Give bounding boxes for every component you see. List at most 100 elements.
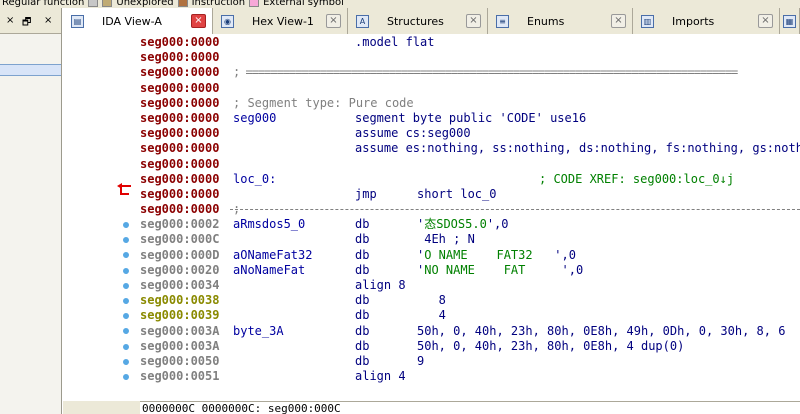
line-address: seg000:0020	[140, 262, 220, 277]
tab-overflow[interactable]: ▦	[780, 8, 800, 34]
disassembly-listing[interactable]: seg000:0000 .model flat seg000:0000 seg000:…	[140, 35, 800, 399]
disasm-line[interactable]: seg000:003A db 50h, 0, 40h, 23h, 80h, 0E8h…	[140, 339, 800, 354]
tab-overflow-icon: ▦	[783, 14, 796, 28]
tab-close-icon[interactable]: ×	[611, 14, 626, 28]
jump-arrow-icon	[117, 183, 131, 195]
xref-comment[interactable]: ; CODE XREF: seg000:loc_0↓j	[539, 172, 734, 187]
structures-icon: A	[356, 14, 369, 28]
tab-close-icon[interactable]: ×	[326, 14, 341, 28]
line-dot-icon	[123, 313, 129, 320]
disasm-line[interactable]: seg000:0000 loc_0: ; CODE XREF: seg000:loc…	[140, 172, 800, 187]
line-dot-icon	[123, 267, 129, 274]
line-operand: 8	[417, 293, 446, 308]
line-address: seg000:0000	[140, 95, 220, 110]
line-dot-icon	[123, 358, 129, 365]
legend-label: Instruction	[191, 0, 246, 8]
line-operand: 9	[417, 353, 425, 368]
line-address: seg000:0000	[140, 65, 220, 80]
line-address: seg000:0038	[140, 293, 220, 308]
line-label[interactable]: byte_3A	[233, 324, 284, 339]
line-operand[interactable]: short loc_0	[417, 187, 496, 202]
legend-label: Unexplored	[116, 0, 174, 8]
disasm-line[interactable]: seg000:0000	[140, 157, 800, 172]
disasm-line[interactable]: seg000:0000 jmp short loc_0	[140, 187, 800, 202]
disasm-line[interactable]: seg000:0000 ; Segment type: Pure code	[140, 96, 800, 111]
separator-comment: ; ======================================…	[233, 65, 738, 80]
disasm-line[interactable]: seg000:0000 seg000 segment byte public 'CO…	[140, 111, 800, 126]
tab-imports[interactable]: ▥ Imports ×	[633, 8, 780, 34]
line-operand: 50h, 0, 40h, 23h, 80h, 0E8h, 4 dup(0)	[417, 338, 685, 353]
disasm-line[interactable]: seg000:0034 align 8	[140, 278, 800, 293]
line-address: seg000:0000	[140, 35, 220, 49]
legend-label: External symbol	[263, 0, 344, 8]
line-address: seg000:003A	[140, 338, 220, 353]
line-operand: 50h, 0, 40h, 23h, 80h, 0E8h, 49h, 0Dh, 0…	[417, 323, 786, 338]
line-address: seg000:0000	[140, 50, 220, 65]
tab-strip: ▤ IDA View-A × ◉ Hex View-1 × A Structures × ≡ Enu…	[63, 8, 800, 34]
line-mnemonic: db	[355, 232, 370, 247]
disasm-line[interactable]: seg000:0000;	[140, 202, 800, 217]
line-address: seg000:000D	[140, 247, 220, 262]
line-mnemonic: db	[355, 262, 370, 277]
line-address: seg000:0039	[140, 308, 220, 323]
disasm-line[interactable]: seg000:0039 db 4	[140, 308, 800, 323]
tab-label: Hex View-1	[252, 14, 314, 28]
tab-close-icon[interactable]: ×	[758, 14, 773, 28]
tab-close-icon[interactable]: ×	[466, 14, 481, 28]
ida-view-disassembly[interactable]: seg000:0000 .model flat seg000:0000 seg000:…	[63, 35, 800, 399]
left-pane-restore-icon[interactable]: 🗗	[22, 15, 31, 32]
line-dot-icon	[123, 343, 129, 350]
line-address: seg000:003A	[140, 323, 220, 338]
disasm-line[interactable]: seg000:0000 .model flat	[140, 35, 800, 50]
tab-label: Enums	[527, 14, 565, 28]
disasm-line[interactable]: seg000:000D aONameFat32 db 'O NAME FAT32 ',…	[140, 248, 800, 263]
line-dot-icon	[123, 298, 129, 304]
line-address: seg000:0000	[140, 80, 220, 95]
line-label[interactable]: aNoNameFat	[233, 263, 305, 278]
left-pane-selected-row[interactable]	[0, 64, 61, 76]
arrow-gutter	[63, 35, 137, 399]
status-left-blank	[63, 401, 140, 414]
tab-label: Imports	[672, 14, 715, 28]
tab-hex-view-1[interactable]: ◉ Hex View-1 ×	[213, 8, 348, 34]
tab-label: IDA View-A	[102, 14, 162, 28]
line-comment: ; Segment type: Pure code	[233, 95, 414, 110]
left-pane-header: × 🗗 ×	[0, 8, 61, 34]
disasm-line[interactable]: seg000:000C db 4Eh ; N	[140, 232, 800, 247]
left-pane-close2-icon[interactable]: ×	[44, 15, 52, 26]
line-label[interactable]: loc_0:	[233, 172, 276, 187]
line-dot-icon	[123, 222, 129, 228]
line-operand: 4Eh ; N	[417, 232, 475, 247]
disasm-line[interactable]: seg000:0000	[140, 81, 800, 96]
line-mnemonic: db	[355, 353, 370, 368]
line-label[interactable]: aONameFat32	[233, 248, 312, 263]
left-pane: × 🗗 ×	[0, 8, 62, 414]
disasm-line[interactable]: seg000:0000 assume cs:seg000	[140, 126, 800, 141]
line-dot-icon	[123, 282, 129, 289]
left-pane-close-icon[interactable]: ×	[6, 15, 14, 26]
disasm-line[interactable]: seg000:0050 db 9	[140, 354, 800, 369]
line-label[interactable]: seg000	[233, 111, 276, 126]
disasm-line[interactable]: seg000:0000 ; ===========================…	[140, 65, 800, 80]
disasm-line[interactable]: seg000:0000 assume es:nothing, ss:nothing…	[140, 141, 800, 156]
line-dot-icon	[123, 374, 129, 380]
line-address: seg000:0000	[140, 141, 220, 156]
line-operand: 'O NAME FAT32 ',0	[417, 247, 576, 262]
disasm-line[interactable]: seg000:0038 db 8	[140, 293, 800, 308]
line-address: seg000:0034	[140, 278, 220, 292]
tab-close-icon[interactable]: ×	[191, 14, 206, 28]
line-label[interactable]: aRmsdos5_0	[233, 217, 305, 232]
disasm-line[interactable]: seg000:0020 aNoNameFat db 'NO NAME FAT ',0	[140, 263, 800, 278]
tab-ida-view-a[interactable]: ▤ IDA View-A ×	[63, 8, 213, 34]
line-dot-icon	[123, 252, 129, 259]
tab-enums[interactable]: ≡ Enums ×	[488, 8, 633, 34]
disasm-line[interactable]: seg000:0051 align 4	[140, 369, 800, 384]
legend-swatch	[102, 0, 113, 7]
disasm-line[interactable]: seg000:0002 aRmsdos5_0 db '态SDOS5.0',0	[140, 217, 800, 232]
disasm-line[interactable]: seg000:0000	[140, 50, 800, 65]
disasm-line[interactable]: seg000:003A byte_3A db 50h, 0, 40h, 23h, 80…	[140, 324, 800, 339]
line-operand: 4	[417, 308, 446, 323]
tab-structures[interactable]: A Structures ×	[348, 8, 488, 34]
line-address: seg000:0000	[140, 171, 220, 186]
legend-swatch	[177, 0, 188, 7]
